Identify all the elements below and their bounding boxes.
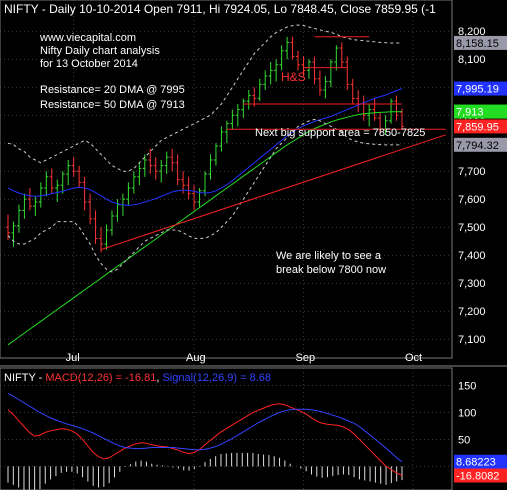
macd-y-tick-label: 100	[458, 407, 476, 419]
support-area-text: Next big support area = 7850-7825	[255, 127, 425, 139]
outlook-line-1: We are likely to see a	[276, 250, 382, 262]
macd-y-tick-label: 150	[458, 380, 476, 392]
chart-background	[0, 0, 507, 490]
outlook-line-2: break below 7800 now	[276, 264, 386, 276]
price-y-tick-label: 7,500	[458, 222, 486, 234]
price-y-tick-label: 7,400	[458, 250, 486, 262]
price-value-box-text: 7,995.19	[456, 84, 499, 96]
price-value-box: 8,158.15	[454, 35, 507, 50]
price-y-tick-label: 7,600	[458, 194, 486, 206]
macd-value-box: -16.8082	[454, 468, 507, 483]
price-value-box-text: 8,158.15	[456, 38, 499, 50]
price-value-box: 7,995.19	[454, 81, 507, 96]
x-tick-label: Aug	[186, 352, 206, 364]
price-y-tick-label: 7,200	[458, 306, 486, 318]
macd-value-box: 8.68223	[454, 454, 507, 469]
price-value-box: 7,913	[454, 104, 507, 119]
price-value-box: 7,794.32	[454, 137, 507, 152]
website-text: www.viecapital.com	[39, 32, 136, 44]
chart-title: NIFTY - Daily 10-10-2014 Open 7911, Hi 7…	[4, 2, 436, 16]
resistance-20dma-text: Resistance= 20 DMA @ 7995	[40, 84, 185, 96]
price-value-box-text: 7,794.32	[456, 140, 499, 152]
analysis-line-1: Nifty Daily chart analysis	[40, 45, 160, 57]
macd-y-tick-label: 50	[458, 434, 470, 446]
nifty-chart: 7,1007,2007,3007,4007,5007,6007,7007,800…	[0, 0, 507, 490]
price-value-box-text: 7,859.95	[456, 121, 499, 133]
price-y-tick-label: 7,100	[458, 334, 486, 346]
macd-legend: NIFTY - MACD(12,26) = -16.81, Signal(12,…	[4, 372, 271, 384]
resistance-50dma-text: Resistance= 50 DMA @ 7913	[40, 99, 185, 111]
macd-value-box-text: 8.68223	[456, 457, 496, 469]
price-value-box-text: 7,913	[456, 107, 484, 119]
price-value-box: 7,859.95	[454, 119, 507, 134]
price-y-tick-label: 8,100	[458, 54, 486, 66]
x-tick-label: Jul	[66, 352, 80, 364]
macd-value-box-text: -16.8082	[456, 470, 499, 482]
hs-pattern-label: H&S	[281, 70, 306, 84]
macd-value-labels: 8.68223-16.8082	[454, 454, 507, 483]
price-y-tick-label: 7,700	[458, 166, 486, 178]
macd-legend-macd: MACD(12,26) = -16.81	[45, 372, 156, 384]
analysis-line-2: for 13 October 2014	[40, 58, 138, 70]
x-tick-label: Sep	[296, 352, 316, 364]
price-y-tick-label: 7,300	[458, 278, 486, 290]
x-tick-label: Oct	[405, 352, 422, 364]
svg-text:NIFTY - MACD(12,26) = -16.81,: NIFTY - MACD(12,26) = -16.81, Signal(12,…	[4, 372, 271, 384]
macd-legend-signal: Signal(12,26,9) = 8.68	[162, 372, 271, 384]
macd-legend-prefix: NIFTY -	[4, 372, 45, 384]
